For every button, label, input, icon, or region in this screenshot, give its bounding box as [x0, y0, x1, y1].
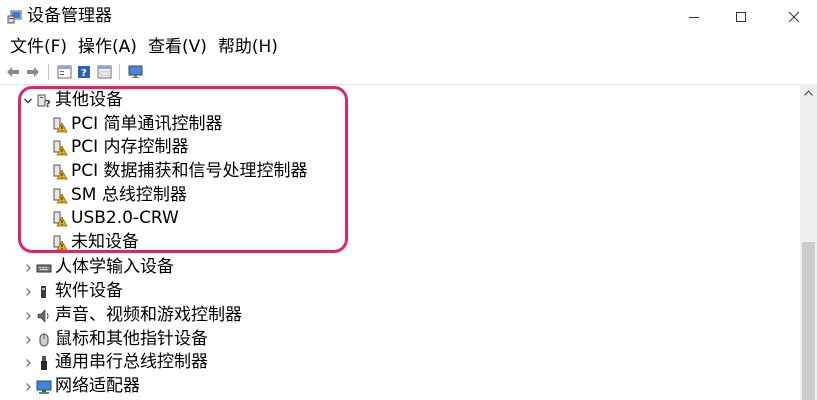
tree-device-item[interactable]: SM 总线控制器 — [0, 184, 800, 207]
minimize-icon — [689, 16, 699, 18]
tree-category-label: 其他设备 — [55, 90, 123, 110]
tree-device-label: PCI 内存控制器 — [71, 137, 189, 157]
warning-device-icon — [52, 117, 68, 133]
expand-chevron-icon[interactable] — [22, 334, 34, 346]
view-button[interactable] — [95, 63, 113, 81]
forward-icon — [27, 67, 39, 77]
back-button[interactable] — [4, 63, 22, 81]
network-icon — [36, 379, 52, 395]
tree-device-label: 未知设备 — [71, 232, 139, 252]
scroll-up-arrow-icon — [804, 89, 813, 96]
toolbar-separator — [119, 64, 120, 80]
tree-category-network[interactable]: 网络适配器 — [0, 375, 800, 398]
minimize-button[interactable] — [671, 0, 717, 33]
tree-device-item[interactable]: USB2.0-CRW — [0, 207, 800, 230]
scroll-up-button[interactable] — [800, 84, 817, 101]
vertical-scrollbar[interactable] — [800, 84, 817, 400]
warning-device-icon — [52, 211, 68, 227]
tree-device-item[interactable]: 未知设备 — [0, 231, 800, 254]
expand-chevron-icon[interactable] — [22, 310, 34, 322]
tree-category-software[interactable]: 软件设备 — [0, 280, 800, 303]
expand-chevron-icon[interactable] — [22, 357, 34, 369]
back-icon — [7, 67, 19, 77]
help-icon: ? — [77, 66, 90, 79]
warning-device-icon — [52, 188, 68, 204]
properties-icon — [57, 65, 71, 79]
warning-device-icon — [52, 164, 68, 180]
tree-category-label: 人体学输入设备 — [55, 257, 174, 277]
close-button[interactable] — [771, 0, 817, 33]
tree-device-label: PCI 简单通讯控制器 — [71, 114, 223, 134]
warning-device-icon — [52, 235, 68, 251]
usb-icon — [36, 355, 52, 371]
tree-category-label: 软件设备 — [55, 281, 123, 301]
device-tree[interactable]: ? 其他设备 PCI 简单通讯控制器 PCI 内存控制器 PCI 数据捕获和信号… — [0, 84, 800, 400]
tree-category-mouse[interactable]: 鼠标和其他指针设备 — [0, 328, 800, 351]
unknown-device-icon: ? — [36, 93, 52, 109]
menu-action[interactable]: 操作(A) — [74, 35, 143, 59]
tree-device-label: USB2.0-CRW — [71, 208, 179, 228]
forward-button[interactable] — [24, 63, 42, 81]
tree-device-label: SM 总线控制器 — [71, 185, 187, 205]
device-manager-app-icon — [7, 9, 22, 24]
tree-category-usb[interactable]: 通用串行总线控制器 — [0, 351, 800, 374]
scrollbar-thumb[interactable] — [802, 242, 815, 400]
properties-button[interactable] — [55, 63, 73, 81]
tree-device-item[interactable]: PCI 简单通讯控制器 — [0, 113, 800, 136]
tree-category-hid[interactable]: 人体学输入设备 — [0, 256, 800, 279]
tree-category-other-devices[interactable]: ? 其他设备 — [0, 89, 800, 112]
expand-chevron-icon[interactable] — [22, 381, 34, 393]
menu-view[interactable]: 查看(V) — [144, 35, 213, 59]
menu-file[interactable]: 文件(F) — [6, 35, 73, 59]
expand-chevron-icon[interactable] — [22, 262, 34, 274]
monitor-button[interactable] — [126, 63, 144, 81]
maximize-icon — [736, 11, 746, 22]
warning-device-icon — [52, 140, 68, 156]
expand-chevron-icon[interactable] — [22, 286, 34, 298]
mouse-icon — [36, 332, 52, 348]
toolbar: ? — [0, 61, 817, 83]
tree-category-label: 鼠标和其他指针设备 — [55, 329, 208, 349]
close-icon — [788, 11, 800, 22]
window-title: 设备管理器 — [27, 6, 112, 26]
tree-device-item[interactable]: PCI 内存控制器 — [0, 136, 800, 159]
maximize-button[interactable] — [718, 0, 764, 33]
keyboard-icon — [36, 260, 52, 276]
tree-category-label: 网络适配器 — [55, 376, 140, 396]
tree-category-label: 声音、视频和游戏控制器 — [55, 305, 242, 325]
software-device-icon — [36, 284, 52, 300]
menu-help[interactable]: 帮助(H) — [214, 35, 284, 59]
collapse-chevron-icon[interactable] — [22, 95, 34, 107]
toolbar-separator — [48, 64, 49, 80]
view-icon — [97, 65, 111, 79]
menu-bar: 文件(F) 操作(A) 查看(V) 帮助(H) — [0, 33, 817, 61]
svg-text:?: ? — [45, 99, 51, 109]
title-bar: 设备管理器 — [0, 0, 817, 33]
tree-device-label: PCI 数据捕获和信号处理控制器 — [71, 161, 308, 181]
tree-category-label: 通用串行总线控制器 — [55, 352, 208, 372]
monitor-icon — [128, 65, 142, 78]
svg-text:?: ? — [81, 68, 87, 79]
tree-category-sound[interactable]: 声音、视频和游戏控制器 — [0, 304, 800, 327]
tree-device-item[interactable]: PCI 数据捕获和信号处理控制器 — [0, 160, 800, 183]
speaker-icon — [36, 308, 52, 324]
help-button[interactable]: ? — [75, 63, 93, 81]
